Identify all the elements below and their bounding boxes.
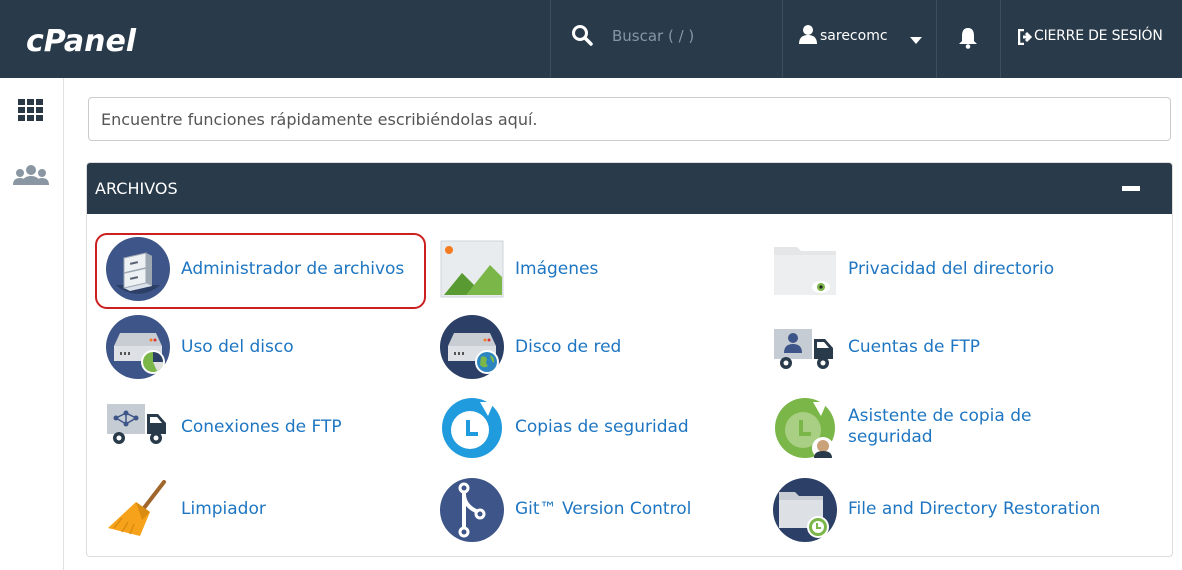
folder-restore-icon: [773, 478, 837, 542]
ftp-truck-network-icon: [107, 404, 166, 444]
item-file-directory-restoration[interactable]: File and Directory Restoration: [773, 478, 1133, 542]
item-backups[interactable]: Copias de seguridad: [440, 396, 740, 460]
item-label: File and Directory Restoration: [848, 499, 1101, 519]
item-label: Disco de red: [515, 336, 622, 357]
users-icon: [13, 165, 49, 185]
collapse-minus-icon[interactable]: [1122, 186, 1140, 191]
item-disk-usage[interactable]: Uso del disco: [106, 315, 406, 379]
logout-label: CIERRE DE SESIÓN: [1034, 28, 1163, 44]
git-icon: [440, 478, 504, 542]
backup-clock-icon: [442, 398, 502, 458]
item-label: Imágenes: [515, 258, 599, 279]
logout-icon: [1018, 29, 1033, 45]
item-label: Uso del disco: [181, 336, 294, 357]
header-search-placeholder[interactable]: Buscar ( / ): [612, 27, 694, 45]
item-label: Asistente de copia de seguridad: [848, 406, 1032, 447]
item-label: Copias de seguridad: [515, 417, 689, 437]
svg-text:cPanel: cPanel: [26, 24, 137, 59]
item-network-disk[interactable]: Disco de red: [440, 315, 740, 379]
files-panel-header[interactable]: ARCHIVOS: [87, 163, 1172, 214]
quick-search-input[interactable]: [89, 98, 1170, 140]
item-file-manager[interactable]: Administrador de archivos: [106, 237, 416, 301]
logout-button[interactable]: CIERRE DE SESIÓN: [1000, 0, 1182, 78]
item-ftp-accounts[interactable]: Cuentas de FTP: [773, 315, 1073, 379]
item-git-version-control[interactable]: Git™ Version Control: [440, 478, 740, 542]
folder-eye-icon: [774, 247, 836, 295]
bell-icon: [959, 28, 977, 49]
notifications-button[interactable]: [936, 0, 1000, 78]
files-panel-title: ARCHIVOS: [95, 179, 178, 198]
top-bar: cPanel Buscar ( / ) sarecomc CIERRE DE S…: [0, 0, 1182, 78]
image-icon: [440, 240, 504, 298]
item-label: Limpiador: [181, 499, 266, 519]
sidebar-users-button[interactable]: [11, 159, 51, 199]
item-directory-privacy[interactable]: Privacidad del directorio: [773, 237, 1133, 301]
user-icon: [799, 25, 817, 44]
item-images[interactable]: Imágenes: [440, 237, 740, 301]
item-label: Cuentas de FTP: [848, 336, 980, 357]
cpanel-logo[interactable]: cPanel: [26, 14, 166, 64]
search-icon: [572, 25, 593, 46]
item-label: Administrador de archivos: [181, 258, 405, 279]
chevron-down-icon: [910, 37, 922, 44]
username-label: sarecomc: [820, 28, 888, 44]
sidebar: [0, 78, 64, 570]
header-search[interactable]: Buscar ( / ): [550, 0, 782, 78]
ftp-truck-user-icon: [774, 329, 833, 369]
item-backup-wizard[interactable]: Asistente de copia de seguridad: [773, 396, 1073, 460]
item-ftp-connections[interactable]: Conexiones de FTP: [106, 396, 406, 460]
item-label: Privacidad del directorio: [848, 258, 1055, 279]
sidebar-apps-button[interactable]: [11, 91, 51, 131]
quick-search-field[interactable]: [88, 97, 1171, 141]
user-menu[interactable]: sarecomc: [782, 0, 936, 78]
item-cleaner[interactable]: Limpiador: [106, 478, 406, 542]
disk-pie-icon: [106, 315, 170, 379]
broom-icon: [108, 480, 166, 536]
network-disk-icon: [440, 315, 504, 379]
backup-wizard-icon: [775, 398, 835, 459]
apps-grid-icon: [18, 99, 43, 121]
item-label: Git™ Version Control: [515, 499, 692, 519]
file-cabinet-icon: [106, 237, 170, 301]
item-label: Conexiones de FTP: [181, 417, 342, 437]
